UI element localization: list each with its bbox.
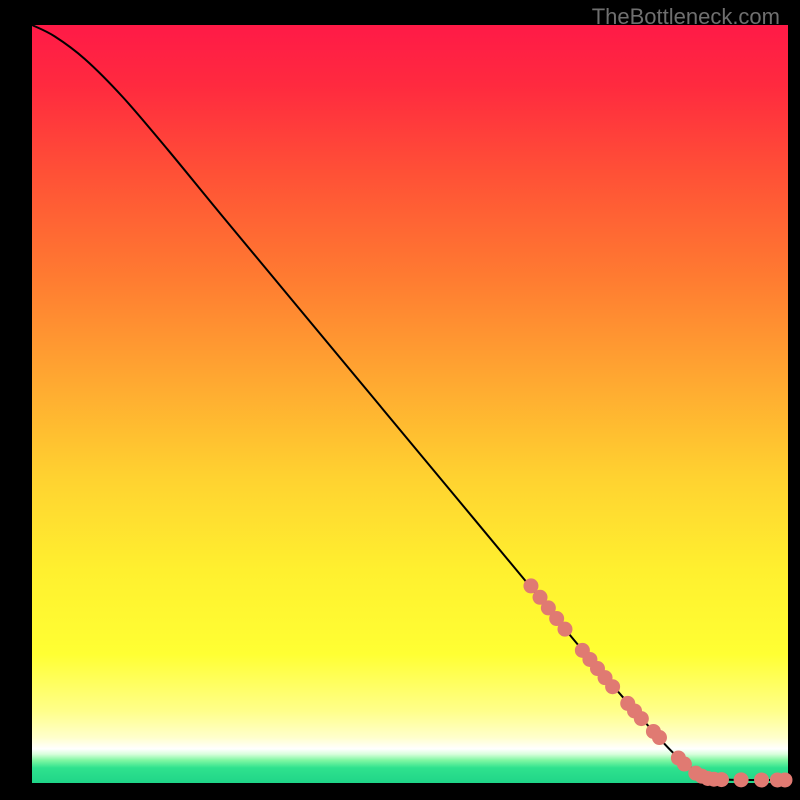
data-marker [714,772,729,787]
data-marker [634,711,649,726]
data-marker [754,772,769,787]
data-marker [777,772,792,787]
data-marker [605,679,620,694]
plot-background [32,25,788,783]
data-marker [557,622,572,637]
data-marker [734,772,749,787]
data-marker [652,730,667,745]
chart-svg [0,0,800,800]
watermark-text: TheBottleneck.com [592,4,780,30]
